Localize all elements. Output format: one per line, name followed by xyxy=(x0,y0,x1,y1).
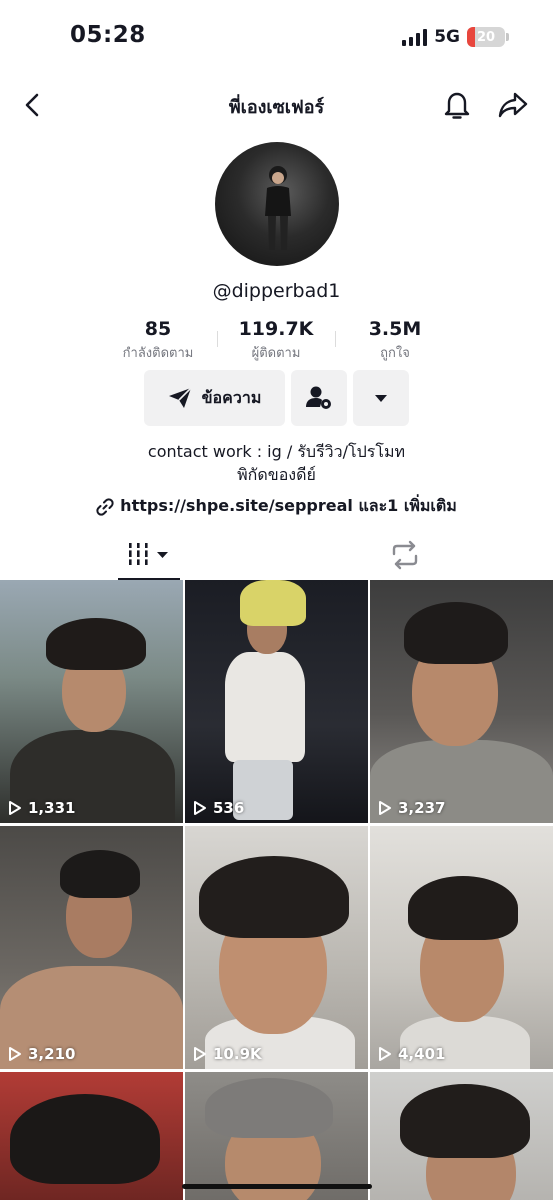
view-count: 1,331 xyxy=(8,799,75,817)
video-thumbnail[interactable] xyxy=(185,1072,368,1200)
view-count-text: 4,401 xyxy=(398,1045,446,1063)
view-count-text: 3,237 xyxy=(398,799,446,817)
signal-icon xyxy=(402,28,428,46)
status-bar: 05:28 5G 20 xyxy=(0,0,553,76)
status-time: 05:28 xyxy=(70,22,146,48)
profile-bio: contact work : ig / รับรีวิว/โปรโมท พิกั… xyxy=(0,440,553,486)
video-image xyxy=(225,652,305,762)
profile-tabs xyxy=(0,536,553,580)
battery-level: 20 xyxy=(476,29,496,45)
home-indicator xyxy=(182,1184,372,1189)
video-image xyxy=(408,876,518,940)
profile-link-text: https://shpe.site/seppreal และ1 เพิ่มเติ… xyxy=(120,496,457,515)
grid-icon xyxy=(127,543,168,565)
profile-stats: 85 กำลังติดตาม 119.7K ผู้ติดตาม 3.5M ถูก… xyxy=(0,318,553,368)
video-image xyxy=(46,618,146,670)
video-thumbnail[interactable]: 3,210 xyxy=(0,826,183,1069)
video-thumbnail[interactable] xyxy=(370,1072,553,1200)
send-icon xyxy=(168,387,192,408)
profile-link[interactable]: https://shpe.site/seppreal และ1 เพิ่มเติ… xyxy=(0,494,553,519)
network-type: 5G xyxy=(434,27,460,47)
play-icon xyxy=(194,1047,206,1061)
caret-down-icon xyxy=(375,395,387,402)
view-count: 4,401 xyxy=(378,1045,445,1063)
play-icon xyxy=(9,1047,21,1061)
battery-icon: 20 xyxy=(467,27,509,47)
view-count: 3,237 xyxy=(378,799,445,817)
video-image xyxy=(240,580,306,626)
likes-stat: 3.5M ถูกใจ xyxy=(325,318,465,363)
message-button[interactable]: ข้อความ xyxy=(144,370,285,426)
message-button-label: ข้อความ xyxy=(201,387,262,407)
video-image xyxy=(205,1078,333,1138)
bio-line: พิกัดของดีย์ xyxy=(237,465,316,484)
likes-count: 3.5M xyxy=(368,318,422,340)
avatar-photo xyxy=(265,166,291,250)
play-icon xyxy=(379,801,391,815)
video-thumbnail[interactable]: 536 xyxy=(185,580,368,823)
video-image xyxy=(199,856,349,938)
view-count-text: 3,210 xyxy=(28,1045,76,1063)
share-icon[interactable] xyxy=(496,88,530,122)
play-icon xyxy=(194,801,206,815)
play-icon xyxy=(9,801,21,815)
video-image xyxy=(60,850,140,898)
view-count-text: 10.9K xyxy=(213,1045,262,1063)
video-thumbnail[interactable]: 4,401 xyxy=(370,826,553,1069)
top-nav: พี่เองเซเฟอร์ xyxy=(0,80,553,130)
username: @dipperbad1 xyxy=(212,280,341,302)
suggested-friends-button[interactable] xyxy=(291,370,347,426)
view-count: 3,210 xyxy=(8,1045,75,1063)
video-image xyxy=(400,1084,530,1158)
likes-label: ถูกใจ xyxy=(380,346,410,361)
video-image xyxy=(10,1094,160,1184)
video-thumbnail[interactable] xyxy=(0,1072,183,1200)
user-settings-icon xyxy=(306,386,331,409)
video-thumbnail[interactable]: 3,237 xyxy=(370,580,553,823)
avatar[interactable] xyxy=(215,142,339,266)
play-icon xyxy=(379,1047,391,1061)
bio-line: contact work : ig / รับรีวิว/โปรโมท xyxy=(147,442,406,461)
view-count-text: 1,331 xyxy=(28,799,76,817)
video-thumbnail[interactable]: 10.9K xyxy=(185,826,368,1069)
status-indicators: 5G 20 xyxy=(402,27,509,47)
bell-icon[interactable] xyxy=(441,88,473,122)
view-count: 536 xyxy=(193,799,244,817)
view-count-text: 536 xyxy=(213,799,245,817)
video-thumbnail[interactable]: 1,331 xyxy=(0,580,183,823)
link-icon xyxy=(96,497,114,516)
video-image xyxy=(404,602,508,664)
videos-grid-tab[interactable] xyxy=(118,540,180,580)
more-options-button[interactable] xyxy=(353,370,409,426)
repost-icon[interactable] xyxy=(389,540,421,570)
view-count: 10.9K xyxy=(193,1045,262,1063)
